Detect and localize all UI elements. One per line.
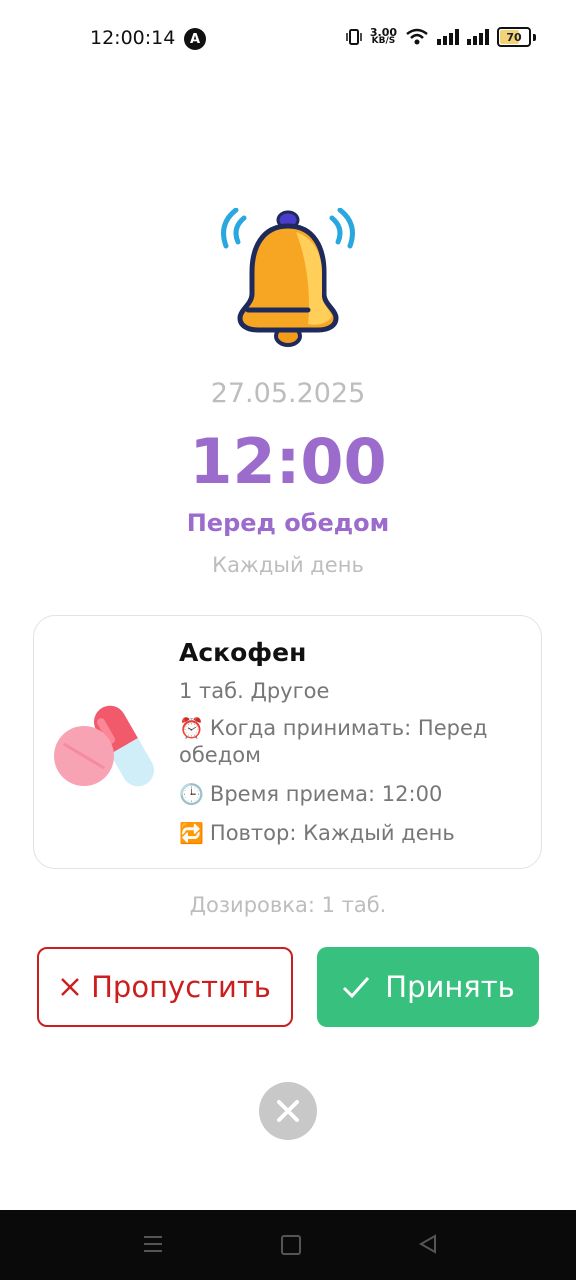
dismiss-button[interactable] xyxy=(259,1082,317,1140)
reminder-repeat-label: Каждый день xyxy=(212,553,364,577)
checkmark-icon xyxy=(343,977,370,999)
battery-level: 70 xyxy=(506,30,522,44)
pill-icon xyxy=(54,705,154,787)
medication-card: Аскофен 1 таб. Другое ⏰ Когда принимать: … xyxy=(33,615,542,869)
reminder-time: 12:00 xyxy=(189,425,387,498)
accept-button-label: Принять xyxy=(385,970,515,1004)
navigation-bar xyxy=(0,1210,576,1280)
vibrate-icon xyxy=(346,29,362,45)
reminder-date: 27.05.2025 xyxy=(210,378,366,409)
medication-subtitle: 1 таб. Другое xyxy=(179,679,330,703)
medication-repeat-line: 🔁 Повтор: Каждый день xyxy=(179,820,519,847)
signal-icon xyxy=(437,29,459,45)
skip-button[interactable]: Пропустить xyxy=(37,947,293,1027)
medication-when-line: ⏰ Когда принимать: Перед обедом xyxy=(179,715,519,769)
recent-apps-icon[interactable] xyxy=(143,1235,163,1253)
home-icon[interactable] xyxy=(281,1235,301,1255)
network-speed-unit: KB/S xyxy=(371,36,396,46)
status-bar: 12:00:14 A 3.00 KB/S 70 xyxy=(0,0,576,78)
status-icons: 3.00 KB/S 70 xyxy=(346,27,536,47)
medication-details: Аскофен 1 таб. Другое ⏰ Когда принимать: … xyxy=(179,638,519,859)
medication-repeat-text: Повтор: Каждый день xyxy=(209,821,455,845)
alarm-clock-icon: ⏰ xyxy=(179,716,204,740)
close-icon xyxy=(277,1100,299,1122)
medication-when-text: Когда принимать: Перед обедом xyxy=(179,716,488,767)
repeat-icon: 🔁 xyxy=(179,821,204,845)
medication-time-text: Время приема: 12:00 xyxy=(209,782,443,806)
medication-name: Аскофен xyxy=(179,638,307,667)
skip-button-label: Пропустить xyxy=(91,970,271,1004)
close-icon xyxy=(61,978,80,996)
back-icon[interactable] xyxy=(418,1234,438,1254)
reminder-when-label: Перед обедом xyxy=(186,509,390,537)
network-speed: 3.00 KB/S xyxy=(370,27,397,46)
dosage-label: Дозировка: 1 таб. xyxy=(189,893,387,917)
app-notification-icon: A xyxy=(184,28,206,50)
status-time: 12:00:14 xyxy=(90,27,176,49)
wifi-icon xyxy=(406,28,428,45)
battery-icon: 70 xyxy=(497,27,531,47)
medication-time-line: 🕒 Время приема: 12:00 xyxy=(179,781,519,808)
clock-icon: 🕒 xyxy=(179,782,204,806)
bell-icon xyxy=(221,208,355,347)
signal-icon xyxy=(467,29,489,45)
accept-button[interactable]: Принять xyxy=(317,947,539,1027)
